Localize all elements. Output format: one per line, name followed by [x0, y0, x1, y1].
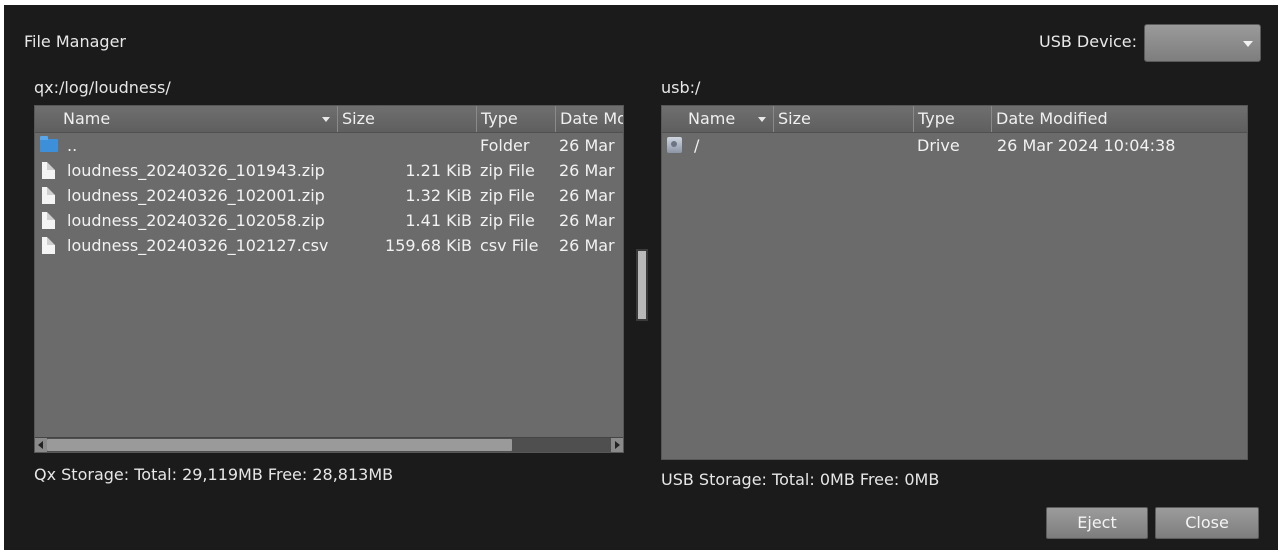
file-type: zip File: [480, 186, 535, 205]
right-list-header: Name Size Type Date Modified: [662, 106, 1247, 133]
file-type: zip File: [480, 161, 535, 180]
file-type: zip File: [480, 211, 535, 230]
column-header-name-label: Name: [63, 109, 111, 128]
left-list-header: Name Size Type Date Mo: [35, 106, 623, 133]
file-name: loudness_20240326_102127.csv: [67, 236, 329, 255]
file-size: [775, 133, 909, 158]
list-item[interactable]: loudness_20240326_102058.zip 1.41 KiB zi…: [35, 208, 623, 233]
sort-desc-icon: [322, 117, 330, 122]
file-icon: [42, 162, 55, 179]
drive-icon: [667, 137, 682, 153]
column-header-type[interactable]: Type: [913, 106, 991, 132]
column-header-type[interactable]: Type: [476, 106, 555, 132]
window-title: File Manager: [24, 32, 126, 51]
list-item[interactable]: / Drive 26 Mar 2024 10:04:38: [662, 133, 1247, 158]
file-type: csv File: [480, 236, 539, 255]
column-header-date-label: Date Mo: [560, 109, 624, 128]
sort-desc-icon: [758, 117, 766, 122]
file-size: 159.68 KiB: [385, 236, 472, 255]
list-item[interactable]: loudness_20240326_102001.zip 1.32 KiB zi…: [35, 183, 623, 208]
list-item[interactable]: .. Folder 26 Mar: [35, 133, 623, 158]
file-icon: [42, 187, 55, 204]
file-size: 1.41 KiB: [405, 211, 472, 230]
column-header-size[interactable]: Size: [773, 106, 913, 132]
file-date: 26 Mar: [559, 236, 615, 255]
chevron-down-icon: [1243, 41, 1253, 47]
file-icon: [42, 237, 55, 254]
right-file-list[interactable]: Name Size Type Date Modified / Drive 26 …: [661, 105, 1248, 460]
file-name: ..: [67, 136, 78, 155]
file-type: Folder: [480, 136, 530, 155]
column-header-size-label: Size: [342, 109, 375, 128]
file-date: 26 Mar: [559, 186, 615, 205]
left-file-list[interactable]: Name Size Type Date Mo .. Folder 26 Mar …: [34, 105, 624, 453]
column-header-type-label: Type: [918, 109, 955, 128]
horizontal-scrollbar[interactable]: [35, 437, 623, 452]
eject-button[interactable]: Eject: [1046, 507, 1148, 539]
list-item[interactable]: loudness_20240326_102127.csv 159.68 KiB …: [35, 233, 623, 258]
left-storage-info: Qx Storage: Total: 29,119MB Free: 28,813…: [34, 465, 394, 484]
file-size: 1.32 KiB: [405, 186, 472, 205]
column-header-size-label: Size: [778, 109, 811, 128]
column-header-date[interactable]: Date Mo: [555, 106, 624, 132]
file-name: loudness_20240326_102058.zip: [67, 211, 325, 230]
scroll-left-icon[interactable]: [35, 438, 47, 452]
column-header-date[interactable]: Date Modified: [991, 106, 1247, 132]
scrollbar-thumb[interactable]: [47, 439, 512, 451]
list-item[interactable]: loudness_20240326_101943.zip 1.21 KiB zi…: [35, 158, 623, 183]
close-button[interactable]: Close: [1155, 507, 1259, 539]
column-header-size[interactable]: Size: [337, 106, 476, 132]
file-name: loudness_20240326_101943.zip: [67, 161, 325, 180]
file-name: /: [694, 136, 700, 155]
column-header-type-label: Type: [481, 109, 518, 128]
file-size: 1.21 KiB: [405, 161, 472, 180]
column-header-date-label: Date Modified: [996, 109, 1108, 128]
file-name: loudness_20240326_102001.zip: [67, 186, 325, 205]
column-header-name[interactable]: Name: [662, 106, 773, 132]
file-date: 26 Mar: [559, 161, 615, 180]
file-size: [339, 133, 472, 158]
scroll-right-icon[interactable]: [611, 438, 623, 452]
right-storage-info: USB Storage: Total: 0MB Free: 0MB: [661, 470, 940, 489]
column-header-name[interactable]: Name: [35, 106, 337, 132]
usb-device-dropdown[interactable]: [1144, 24, 1261, 62]
file-date: 26 Mar: [559, 211, 615, 230]
folder-icon: [40, 136, 58, 152]
file-icon: [42, 212, 55, 229]
column-header-name-label: Name: [688, 109, 736, 128]
file-date: 26 Mar 2024 10:04:38: [997, 136, 1176, 155]
pane-splitter-handle[interactable]: [636, 249, 648, 321]
usb-device-label: USB Device:: [1039, 32, 1138, 51]
right-path: usb:/: [661, 78, 701, 97]
file-date: 26 Mar: [559, 136, 615, 155]
file-manager-window: File Manager USB Device: qx:/log/loudnes…: [4, 5, 1278, 550]
file-type: Drive: [917, 136, 960, 155]
left-path: qx:/log/loudness/: [34, 78, 171, 97]
